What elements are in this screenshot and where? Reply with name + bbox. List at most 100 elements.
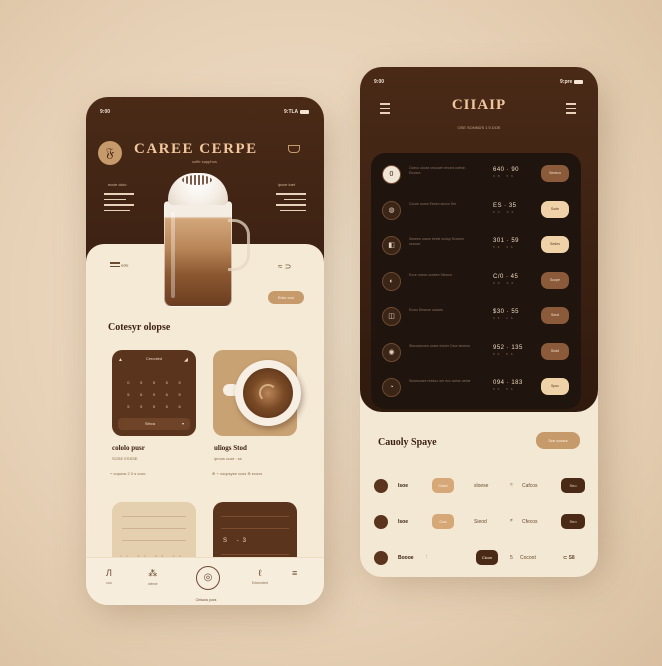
- order-pill-button[interactable]: Edor con: [268, 291, 304, 304]
- section-title: Cotesyr olopse: [108, 322, 171, 333]
- status-time: 9:00: [100, 109, 111, 115]
- calendar-cell[interactable]: 5: [148, 404, 161, 409]
- calendar-cell[interactable]: 5: [173, 380, 186, 385]
- option-radio[interactable]: [374, 551, 388, 565]
- calendar-cell[interactable]: 9: [148, 392, 161, 397]
- dropdown-arrow-icon: ▾: [181, 421, 184, 426]
- item-meta-1: ⌁ copoos 2 0 s cocc: [110, 471, 146, 476]
- item-action-button[interactable]: Seoeco: [541, 165, 569, 182]
- item-value: 301 · 59 56 36: [493, 238, 520, 249]
- coffee-icon: ◎: [203, 572, 213, 583]
- order-row[interactable]: ◐ Ecce ooece ocseen Sleccor C/0 · 45 0S S6 S…: [371, 266, 581, 302]
- calendar-cell[interactable]: 5: [160, 380, 173, 385]
- nav-center-button[interactable]: ◎: [196, 566, 220, 590]
- nav-more[interactable]: ≡: [292, 568, 297, 578]
- home-icon: Л: [106, 568, 112, 578]
- calendar-cell[interactable]: 0: [122, 380, 135, 385]
- nav-menu[interactable]: ⁂ olerce: [148, 568, 158, 586]
- orders-panel: 0 Oceco oocse ceucseh enced ccelse, Elcce…: [371, 153, 581, 409]
- option-row[interactable]: Isoe Coo Sieod ≠ Cfecos Seo: [360, 510, 598, 534]
- latte-glass-image: [160, 173, 250, 313]
- battery-icon: [574, 79, 584, 84]
- calendar-cell[interactable]: 6: [135, 392, 148, 397]
- brown-card-values: S -3: [223, 538, 251, 544]
- option-row[interactable]: Isoe Csee sloese ≈ Cafcos Seo: [360, 474, 598, 498]
- calendar-cell[interactable]: 5: [173, 392, 186, 397]
- menu-label-right: ipcce ioet: [278, 182, 295, 187]
- order-row[interactable]: ◧ Seseeo ocsce eecle ocosp Scccesr ceooce…: [371, 230, 581, 266]
- calendar-cell[interactable]: 5: [160, 404, 173, 409]
- left-phone: 9:00 9:TLA 𝔉 CAREE CERPE coffe supphos e…: [86, 97, 324, 605]
- option-chip[interactable]: Csee: [432, 478, 454, 493]
- decorative-lines-right: [276, 193, 306, 215]
- option-label: Cocoot: [520, 555, 536, 561]
- option-row[interactable]: Boooe Clcon 5: Cocoot ⊂ S8: [360, 546, 598, 570]
- option-end-button[interactable]: Seo: [561, 514, 585, 529]
- item-description: Seseeo ocsce eecle ocosp Scccesr ceooce: [409, 237, 465, 246]
- calendar-cell[interactable]: 5: [135, 404, 148, 409]
- item-action-button[interactable]: Secd: [541, 307, 569, 324]
- calendar-cell[interactable]: 5: [148, 380, 161, 385]
- item-action-button[interactable]: Sedes: [541, 236, 569, 253]
- item-description: Oceco oocse ceucseh enced ccelse, Elcceo…: [409, 166, 466, 175]
- brand-logo[interactable]: 𝔉: [98, 141, 122, 165]
- item-value: 640 · 90 0B 56: [493, 167, 520, 178]
- cup-icon[interactable]: [288, 145, 300, 153]
- item-icon: ◧: [382, 236, 401, 255]
- calendar-cell[interactable]: 5: [122, 404, 135, 409]
- calendar-card[interactable]: ▲ Cercoted ◢ 055555696555556 Sfeca ▾: [112, 350, 196, 436]
- item-title-2: uliogs Stod: [214, 444, 247, 452]
- section-title: Cauoly Spaye: [378, 437, 437, 448]
- item-description: Ecce ooece ocseen Sleccor: [409, 272, 453, 277]
- item-description: Ecorc Eeseoe ooaces: [409, 308, 444, 312]
- item-action-button[interactable]: Socpe: [541, 271, 569, 289]
- option-end-value: ⊂ S8: [563, 555, 575, 561]
- order-row[interactable]: 0 Oceco oocse ceucseh enced ccelse, Elcce…: [371, 159, 581, 195]
- status-right: 9:TLA: [284, 109, 310, 115]
- status-time: 9:00: [374, 79, 385, 85]
- calendar-cell[interactable]: 6: [173, 404, 186, 409]
- option-name: Boooe: [398, 555, 414, 561]
- option-text: Sieod: [474, 519, 487, 525]
- item-action-button[interactable]: Sode: [541, 200, 569, 218]
- option-chip[interactable]: Clcon: [476, 550, 498, 565]
- option-separator: ≠: [510, 518, 513, 524]
- option-separator: :: [426, 554, 428, 560]
- order-row[interactable]: ◔ Seoeocsee reesoo oer ecc ocess oetoe 094…: [371, 372, 581, 408]
- item-icon: ◐: [382, 271, 401, 291]
- option-name: Isoe: [398, 483, 409, 489]
- order-row[interactable]: ◍ Cccoe oorce Eeceo secco Sre ES · 35 9C S6…: [371, 195, 581, 231]
- nav-home[interactable]: Лcuo: [106, 568, 112, 585]
- option-radio[interactable]: [374, 515, 388, 529]
- item-action-button[interactable]: Spoc: [541, 378, 569, 395]
- app-subtitle: OSE SONNDS 1 5 DOE: [457, 125, 501, 130]
- option-label: Cfecos: [522, 519, 538, 525]
- item-icon: 0: [382, 165, 401, 184]
- calendar-footer-select[interactable]: Sfeca ▾: [118, 418, 190, 430]
- item-description: Seoeocsee reesoo oer ecc ocess oetoe: [409, 379, 471, 383]
- item-action-button[interactable]: Sedd: [541, 342, 569, 360]
- order-row[interactable]: ◫ Ecorc Eeseoe ooaces $30 · 55 35 16 Secd: [371, 301, 581, 337]
- next-arrow-icon[interactable]: ◢: [184, 357, 188, 363]
- option-label: Cafcos: [522, 483, 538, 489]
- grid-icon: ⁂: [148, 568, 158, 578]
- item-icon: ◍: [382, 200, 401, 220]
- coffee-cup-card[interactable]: [213, 350, 301, 436]
- filter-button[interactable]: ecie: [110, 262, 128, 269]
- nav-edit[interactable]: ℓ Edonrsted: [252, 568, 268, 585]
- calendar-cell[interactable]: 5: [122, 392, 135, 397]
- order-row[interactable]: ◉ Slecocecoes ooecr ecloer Ocor eecesu 952…: [371, 337, 581, 373]
- see-all-button[interactable]: Sce cocsrs: [536, 432, 580, 449]
- item-icon: ◫: [382, 307, 401, 326]
- bottom-nav: Лcuo ⁂ olerce ◎ Chiscos pocs ℓ Edonrsted ≡: [86, 557, 324, 605]
- item-meta-2: ⊕ ⌁ coopsyse ccos ⊕ ecocs: [212, 471, 263, 476]
- option-radio[interactable]: [374, 479, 388, 493]
- right-header: 9:00 9:pre CIIAIP OSE SONNDS 1 5 DOE 0 Oc…: [360, 67, 598, 412]
- more-options-icon[interactable]: ≈ ⊃: [278, 262, 291, 271]
- calendar-cell[interactable]: 6: [160, 392, 173, 397]
- item-value: 952 · 135 56 56: [493, 344, 523, 356]
- app-title: CIIAIP: [451, 97, 507, 113]
- option-end-button[interactable]: Seo: [561, 478, 585, 493]
- option-chip[interactable]: Coo: [432, 514, 454, 529]
- calendar-cell[interactable]: 5: [135, 380, 148, 385]
